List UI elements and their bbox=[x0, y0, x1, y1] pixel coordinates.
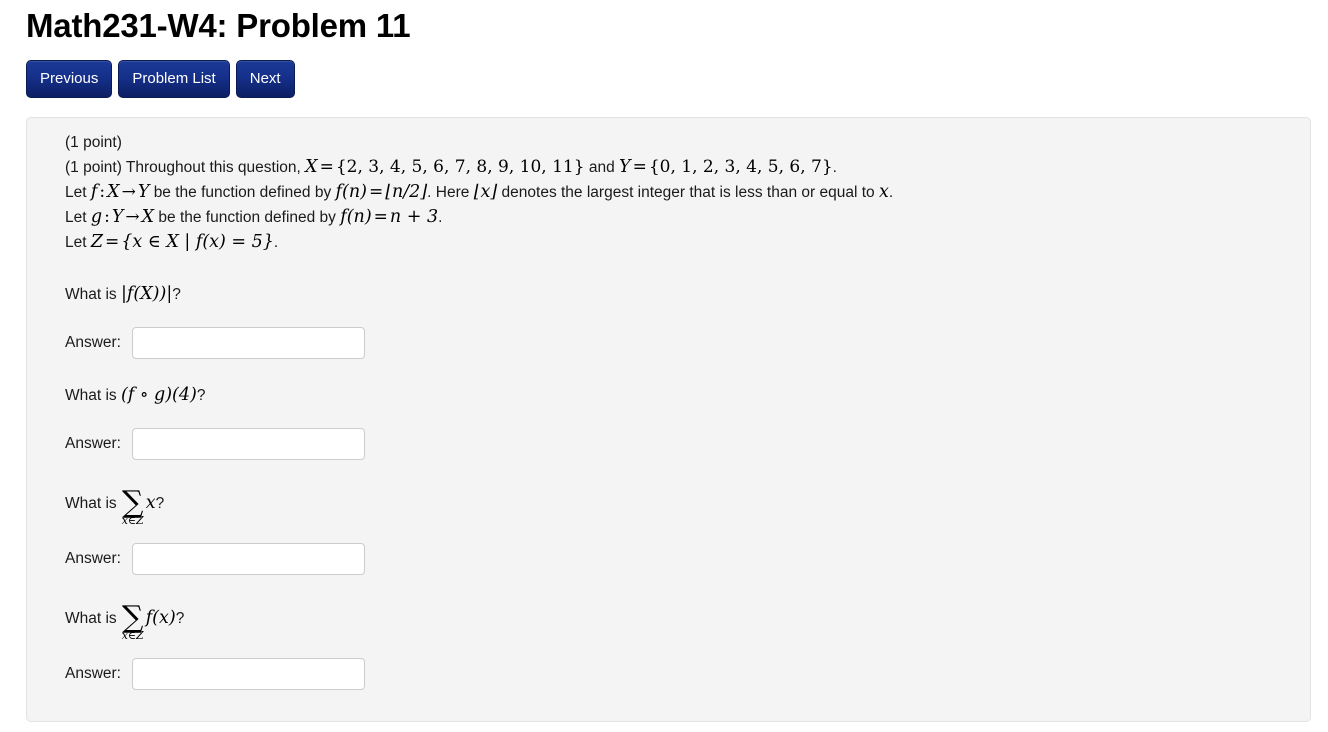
answer-label-1: Answer: bbox=[65, 334, 121, 352]
question-4-prefix: What is bbox=[65, 610, 117, 628]
statement-line-f: Let f: X → Y be the function defined by f(n… bbox=[65, 180, 1298, 205]
here-text: . Here bbox=[427, 184, 470, 202]
equals-sign-1: = bbox=[319, 157, 334, 178]
statement-line-z: Let Z = {x ∈ X | f(x) = 5}. bbox=[65, 230, 1298, 255]
let-keyword-f: Let bbox=[65, 184, 87, 202]
question-sum-fx: What is ∑ x∈Z f(x)? bbox=[27, 600, 1310, 642]
set-y-symbol: Y bbox=[619, 157, 631, 178]
statement-line-g: Let g: Y → X be the function defined by f(n… bbox=[65, 205, 1298, 230]
set-y-elements: {0, 1, 2, 3, 4, 5, 6, 7} bbox=[648, 157, 833, 178]
question-composition: What is (f ∘ g)(4)? bbox=[27, 384, 1310, 407]
set-z-definition: {x ∈ X | f(x) = 5} bbox=[121, 232, 274, 253]
answer-label-3: Answer: bbox=[65, 550, 121, 568]
answer-label-4: Answer: bbox=[65, 665, 121, 683]
summation-operator-1: ∑ x∈Z bbox=[121, 485, 144, 528]
question-2-math: (f ∘ g)(4) bbox=[121, 385, 197, 406]
equals-sign-2: = bbox=[632, 157, 647, 178]
equals-sign-3: = bbox=[368, 182, 384, 203]
answer-row-1: Answer: bbox=[27, 327, 1310, 360]
navigation-bar: Previous Problem List Next bbox=[0, 44, 1328, 99]
equals-sign-4: = bbox=[373, 207, 388, 228]
variable-x-1: x bbox=[878, 182, 889, 203]
colon-f: : bbox=[99, 182, 106, 203]
period-3: . bbox=[438, 209, 443, 227]
summation-limit-1: x∈Z bbox=[121, 514, 144, 528]
floor-explanation-text: denotes the largest integer that is less… bbox=[501, 184, 875, 202]
problem-list-button[interactable]: Problem List bbox=[118, 60, 230, 99]
points-line-1: (1 point) bbox=[65, 134, 122, 152]
problem-statement: (1 point) (1 point) Throughout this ques… bbox=[27, 130, 1310, 255]
period-2: . bbox=[888, 184, 894, 202]
function-g-symbol: g bbox=[90, 207, 103, 228]
question-1-prefix: What is bbox=[65, 286, 117, 304]
g-definition-text: be the function defined by bbox=[158, 209, 336, 227]
summation-operator-2: ∑ x∈Z bbox=[121, 600, 144, 643]
points-line-2-prefix: (1 point) Throughout this question, bbox=[65, 159, 301, 177]
question-1-suffix: ? bbox=[172, 286, 181, 304]
period-4: . bbox=[273, 234, 279, 252]
colon-g: : bbox=[104, 207, 110, 228]
answer-label-2: Answer: bbox=[65, 435, 121, 453]
question-cardinality: What is |f(X))|? bbox=[27, 283, 1310, 306]
let-keyword-g: Let bbox=[65, 209, 87, 227]
g-of-n: f(n) bbox=[340, 207, 372, 228]
set-z-symbol: Z bbox=[90, 232, 104, 253]
sigma-icon-2: ∑ bbox=[121, 600, 144, 636]
answer-input-4[interactable] bbox=[132, 658, 365, 691]
g-domain: Y bbox=[111, 207, 124, 228]
statement-line-sets: (1 point) Throughout this question, X = {2… bbox=[65, 155, 1298, 180]
page-title: Math231-W4: Problem 11 bbox=[26, 7, 411, 44]
question-sum-x: What is ∑ x∈Z x? bbox=[27, 485, 1310, 527]
sigma-icon-1: ∑ bbox=[121, 485, 144, 521]
previous-button[interactable]: Previous bbox=[26, 60, 113, 99]
answer-input-2[interactable] bbox=[132, 428, 365, 461]
problem-panel: (1 point) (1 point) Throughout this ques… bbox=[26, 117, 1311, 723]
equals-sign-5: = bbox=[105, 232, 120, 253]
f-codomain: Y bbox=[137, 182, 150, 203]
question-2-suffix: ? bbox=[196, 387, 206, 405]
conjunction-and: and bbox=[588, 159, 615, 177]
let-keyword-z: Let bbox=[65, 234, 87, 252]
summation-limit-2: x∈Z bbox=[121, 629, 144, 643]
answer-input-1[interactable] bbox=[132, 327, 365, 360]
answer-row-2: Answer: bbox=[27, 428, 1310, 461]
question-4-suffix: ? bbox=[175, 610, 185, 628]
g-codomain: X bbox=[141, 207, 155, 228]
floor-x-notation: ⌊x⌋ bbox=[473, 182, 498, 203]
arrow-icon-f: → bbox=[121, 182, 136, 203]
floor-n-over-2: ⌊n/2⌋ bbox=[385, 182, 428, 203]
next-button[interactable]: Next bbox=[235, 60, 295, 99]
answer-row-3: Answer: bbox=[27, 543, 1310, 576]
question-3-math: x bbox=[145, 493, 156, 514]
question-3-prefix: What is bbox=[65, 495, 117, 513]
question-1-math: |f(X))| bbox=[121, 284, 173, 305]
set-x-elements: {2, 3, 4, 5, 6, 7, 8, 9, 10, 11} bbox=[335, 157, 585, 178]
period-1: . bbox=[832, 159, 837, 177]
f-domain: X bbox=[107, 182, 120, 203]
f-definition-text: be the function defined by bbox=[153, 184, 332, 202]
arrow-icon-g: → bbox=[125, 207, 140, 228]
question-4-math: f(x) bbox=[145, 608, 176, 629]
n-plus-3: n + 3 bbox=[389, 207, 439, 228]
set-x-symbol: X bbox=[305, 157, 318, 178]
question-3-suffix: ? bbox=[155, 495, 165, 513]
question-2-prefix: What is bbox=[65, 387, 117, 405]
answer-input-3[interactable] bbox=[132, 543, 365, 576]
answer-row-4: Answer: bbox=[27, 658, 1310, 691]
f-of-n: f(n) bbox=[335, 182, 367, 203]
